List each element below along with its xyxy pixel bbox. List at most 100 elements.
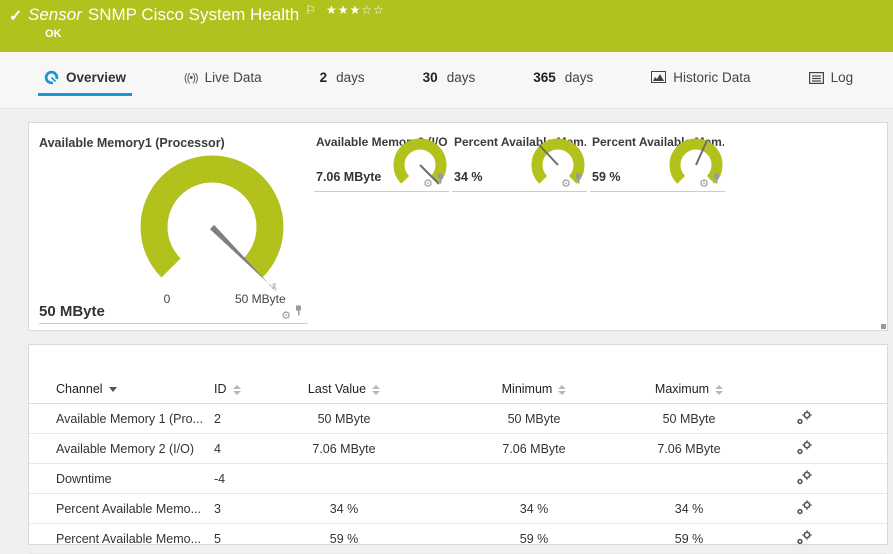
tab-overview[interactable]: Overview (38, 70, 132, 96)
tab-2-days[interactable]: 2 days (314, 70, 371, 96)
pin-icon[interactable] (436, 171, 445, 189)
sort-icon (372, 385, 380, 395)
gauge-title: Available Memory1 (Processor) (39, 136, 225, 150)
tab-historic-data[interactable]: Historic Data (645, 70, 756, 96)
cell-minimum: 7.06 MByte (424, 434, 644, 464)
cell-id: 2 (209, 404, 264, 434)
cell-maximum (644, 464, 734, 494)
gauge-scale-min: 0 (161, 292, 173, 306)
tab-30-days[interactable]: 30 days (417, 70, 482, 96)
gauge-icon (44, 70, 59, 85)
table-row[interactable]: Downtime -4 (29, 464, 887, 494)
gauge-mean-marker: x̄ (272, 281, 277, 291)
column-header-id[interactable]: ID (209, 375, 264, 404)
tab-label: days (336, 70, 365, 85)
table-header-row: Channel ID Last Value Minimum Maximum (29, 375, 887, 404)
column-header-minimum[interactable]: Minimum (424, 375, 644, 404)
cell-last-value: 50 MByte (264, 404, 424, 434)
channels-table: Channel ID Last Value Minimum Maximum Av… (29, 375, 887, 554)
column-header-maximum[interactable]: Maximum (644, 375, 734, 404)
cell-minimum: 59 % (424, 524, 644, 554)
cell-maximum: 34 % (644, 494, 734, 524)
gauge-value: 7.06 MByte (316, 170, 381, 184)
tab-number: 30 (423, 70, 438, 85)
gauge-scale-max: 50 MByte (235, 292, 286, 306)
sort-icon (715, 385, 723, 395)
gauge-settings-gear-icon[interactable]: ⚙ (281, 311, 291, 321)
cell-id: -4 (209, 464, 264, 494)
cell-channel[interactable]: Percent Available Memo... (29, 524, 209, 554)
tab-number: 2 (320, 70, 328, 85)
gauge-value: 34 % (454, 170, 483, 184)
cell-last-value (264, 464, 424, 494)
status-ok-check-icon: ✓ (9, 6, 22, 26)
page-title: SNMP Cisco System Health (88, 5, 299, 24)
resize-handle[interactable] (881, 324, 886, 329)
gauge-available-memory1[interactable]: Available Memory1 (Processor) 0 50 MByte… (39, 123, 308, 324)
gauge-settings-gear-icon[interactable]: ⚙ (561, 179, 571, 189)
sensor-title-line: Sensor SNMP Cisco System Health ⚐ ★★★☆☆ (28, 5, 385, 25)
channel-settings-icon[interactable] (796, 500, 813, 515)
gauge-percent-available-memory-2[interactable]: Percent Available Mem... 59 % ⚙ (590, 123, 725, 192)
tab-live-data[interactable]: ((•)) Live Data (178, 70, 268, 96)
table-row[interactable]: Percent Available Memo... 5 59 % 59 % 59… (29, 524, 887, 554)
tab-label: Log (831, 70, 854, 85)
tab-log[interactable]: Log (803, 70, 860, 96)
cell-last-value: 34 % (264, 494, 424, 524)
sensor-type-label: Sensor (28, 5, 82, 24)
gauge-percent-available-memory-1[interactable]: Percent Available Mem... 34 % ⚙ (452, 123, 587, 192)
tab-bar: Overview ((•)) Live Data 2 days 30 days … (0, 52, 893, 109)
sensor-header-bar: ✓ Sensor SNMP Cisco System Health ⚐ ★★★☆☆ O… (0, 0, 893, 52)
tab-365-days[interactable]: 365 days (527, 70, 599, 96)
content-area: Available Memory1 (Processor) 0 50 MByte… (0, 109, 893, 545)
cell-channel[interactable]: Downtime (29, 464, 209, 494)
cell-channel[interactable]: Available Memory 1 (Pro... (29, 404, 209, 434)
gauges-panel: Available Memory1 (Processor) 0 50 MByte… (28, 122, 888, 331)
tab-label: Historic Data (673, 70, 750, 85)
channel-settings-icon[interactable] (796, 470, 813, 485)
cell-channel[interactable]: Percent Available Memo... (29, 494, 209, 524)
tab-number: 365 (533, 70, 556, 85)
cell-maximum: 50 MByte (644, 404, 734, 434)
table-row[interactable]: Percent Available Memo... 3 34 % 34 % 34… (29, 494, 887, 524)
log-icon (809, 72, 824, 84)
cell-minimum (424, 464, 644, 494)
gauge-value: 59 % (592, 170, 621, 184)
cell-minimum: 50 MByte (424, 404, 644, 434)
table-row[interactable]: Available Memory 1 (Pro... 2 50 MByte 50… (29, 404, 887, 434)
channel-settings-icon[interactable] (796, 440, 813, 455)
sort-icon (558, 385, 566, 395)
table-row[interactable]: Available Memory 2 (I/O) 4 7.06 MByte 7.… (29, 434, 887, 464)
pin-icon[interactable] (574, 171, 583, 189)
gauge-available-memory2[interactable]: Available Memory2 (I/O) 7.06 MByte ⚙ (314, 123, 449, 192)
tab-label: days (565, 70, 594, 85)
sort-icon (233, 385, 241, 395)
cell-minimum: 34 % (424, 494, 644, 524)
cell-last-value: 59 % (264, 524, 424, 554)
gauge-settings-gear-icon[interactable]: ⚙ (423, 179, 433, 189)
cell-maximum: 7.06 MByte (644, 434, 734, 464)
flag-icon[interactable]: ⚐ (305, 3, 316, 17)
column-header-channel[interactable]: Channel (29, 375, 209, 404)
sort-desc-icon (109, 387, 117, 392)
cell-id: 3 (209, 494, 264, 524)
column-header-last-value[interactable]: Last Value (264, 375, 424, 404)
cell-id: 5 (209, 524, 264, 554)
historic-chart-icon (651, 71, 666, 84)
gauge-value: 50 MByte (39, 303, 105, 320)
tab-label: Live Data (205, 70, 262, 85)
channel-settings-icon[interactable] (796, 530, 813, 545)
status-badge: OK (45, 28, 62, 40)
cell-maximum: 59 % (644, 524, 734, 554)
tab-label: days (447, 70, 476, 85)
pin-icon[interactable] (712, 171, 721, 189)
channels-panel: Channel ID Last Value Minimum Maximum Av… (28, 344, 888, 545)
cell-last-value: 7.06 MByte (264, 434, 424, 464)
pin-icon[interactable] (294, 303, 303, 321)
cell-id: 4 (209, 434, 264, 464)
column-header-settings (734, 375, 887, 404)
cell-channel[interactable]: Available Memory 2 (I/O) (29, 434, 209, 464)
gauge-settings-gear-icon[interactable]: ⚙ (699, 179, 709, 189)
priority-stars[interactable]: ★★★☆☆ (326, 3, 385, 17)
channel-settings-icon[interactable] (796, 410, 813, 425)
